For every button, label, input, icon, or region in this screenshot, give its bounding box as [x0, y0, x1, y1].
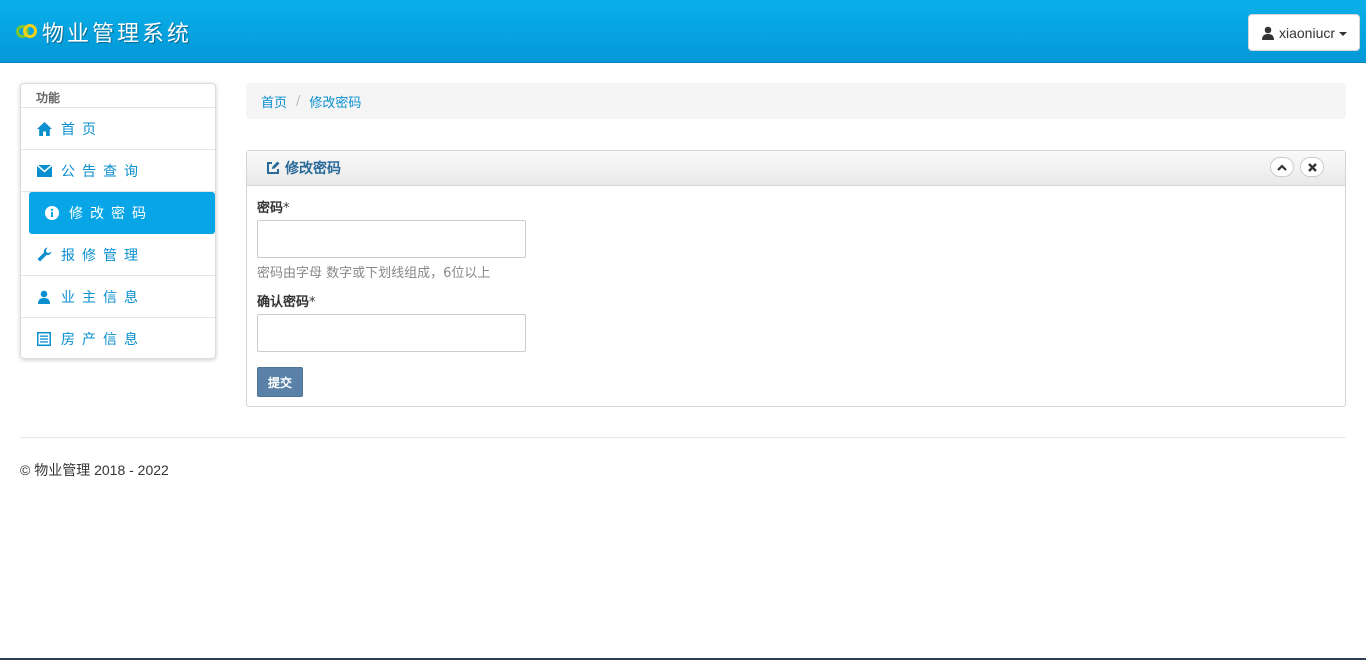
user-name: xiaoniucr	[1278, 24, 1336, 41]
close-icon	[1307, 162, 1317, 172]
password-help-text: 密码由字母 数字或下划线组成，6位以上	[257, 266, 491, 281]
envelope-icon	[36, 163, 52, 179]
sidebar-item-home[interactable]: 首页	[21, 108, 215, 150]
logo-icon	[16, 21, 38, 43]
sidebar-item-label: 房产信息	[61, 332, 145, 348]
sidebar-section-title: 功能	[21, 84, 215, 108]
sidebar-item-properties[interactable]: 房产信息	[21, 318, 215, 360]
breadcrumb: 首页 / 修改密码	[246, 83, 1346, 119]
sidebar-item-label: 公告查询	[61, 163, 145, 180]
footer-divider	[20, 437, 1346, 438]
home-icon	[36, 121, 52, 137]
brand[interactable]: 物业管理系统	[16, 16, 192, 48]
sidebar: 功能 首页 公告查询 修改密码 报修管理 业主信息 房产信息	[20, 83, 216, 359]
sidebar-item-label: 首页	[61, 121, 103, 138]
edit-icon	[267, 161, 280, 174]
sidebar-item-change-password[interactable]: 修改密码	[29, 192, 215, 234]
info-circle-icon	[44, 205, 60, 221]
collapse-button[interactable]	[1270, 157, 1294, 177]
sidebar-item-label: 业主信息	[61, 289, 145, 306]
list-icon	[36, 331, 52, 347]
confirm-password-input[interactable]	[257, 314, 526, 352]
app-title: 物业管理系统	[42, 22, 193, 47]
breadcrumb-current-link[interactable]: 修改密码	[309, 92, 361, 111]
password-label: 密码*	[257, 201, 290, 216]
close-panel-button[interactable]	[1300, 157, 1324, 177]
password-input[interactable]	[257, 220, 526, 258]
sidebar-item-label: 修改密码	[69, 206, 153, 222]
user-icon	[36, 289, 52, 305]
breadcrumb-home-link[interactable]: 首页	[261, 92, 287, 111]
panel-header: 修改密码	[247, 151, 1345, 186]
panel-title: 修改密码	[285, 161, 341, 177]
sidebar-item-label: 报修管理	[61, 247, 145, 264]
footer-copyright: © 物业管理 2018 - 2022	[20, 462, 169, 478]
required-mark: *	[283, 201, 290, 216]
chevron-up-icon	[1277, 163, 1287, 171]
confirm-password-label: 确认密码*	[257, 295, 316, 310]
sidebar-item-owners[interactable]: 业主信息	[21, 276, 215, 318]
top-navbar: 物业管理系统 xiaoniucr	[0, 0, 1366, 63]
panel-body: 密码* 密码由字母 数字或下划线组成，6位以上 确认密码* 提交	[247, 186, 1345, 408]
user-menu-button[interactable]: xiaoniucr	[1248, 14, 1360, 51]
user-icon	[1261, 26, 1274, 40]
required-mark: *	[309, 295, 316, 310]
change-password-panel: 修改密码 密码* 密码由字母 数字或下划线组成，6位以上 确认密码* 提交	[246, 150, 1346, 407]
submit-button[interactable]: 提交	[257, 367, 303, 397]
sidebar-item-repairs[interactable]: 报修管理	[21, 234, 215, 276]
sidebar-item-notices[interactable]: 公告查询	[21, 150, 215, 192]
caret-down-icon	[1339, 31, 1348, 36]
wrench-icon	[36, 247, 52, 263]
breadcrumb-separator: /	[296, 93, 301, 109]
